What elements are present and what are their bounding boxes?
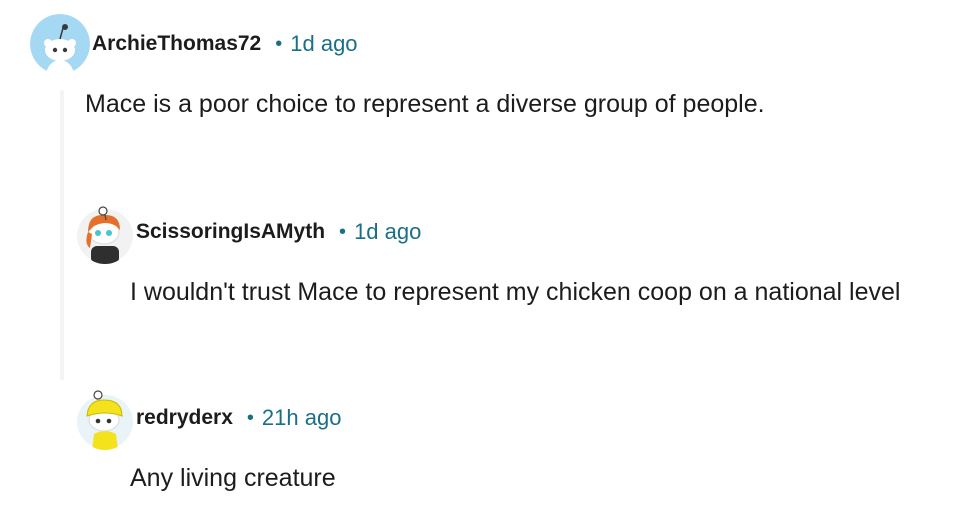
comment-meta: redryderx • 21h ago [76,386,341,450]
comment-author[interactable]: ScissoringIsAMyth [136,220,325,244]
orange-hair-snoo-avatar-icon [77,206,133,264]
meta-separator: • [339,221,347,243]
comment-meta: ArchieThomas72 • 1d ago [30,12,358,76]
comment-timestamp[interactable]: 21h ago [262,405,342,431]
comment-meta: ScissoringIsAMyth • 1d ago [76,200,421,264]
comment-author[interactable]: ArchieThomas72 [92,32,261,56]
thread-line[interactable] [60,90,64,380]
comment-timestamp[interactable]: 1d ago [290,31,357,57]
user-avatar-icon[interactable] [76,386,134,450]
comment-body: Mace is a poor choice to represent a div… [85,90,765,118]
user-avatar-icon[interactable] [76,200,134,264]
meta-separator: • [275,33,283,55]
user-avatar-icon[interactable] [30,14,90,74]
comment-thread: ArchieThomas72 • 1d ago Mace is a poor c… [0,0,980,511]
meta-separator: • [246,407,254,429]
comment-author[interactable]: redryderx [136,406,233,430]
comment-body: Any living creature [130,464,336,492]
comment-reply: ScissoringIsAMyth • 1d ago I wouldn't tr… [76,200,900,306]
comment: ArchieThomas72 • 1d ago Mace is a poor c… [30,12,765,118]
comment-reply: redryderx • 21h ago Any living creature [76,386,341,492]
default-snoo-avatar-icon [30,14,90,74]
comment-body: I wouldn't trust Mace to represent my ch… [130,278,901,306]
yellow-hat-snoo-avatar-icon [77,390,133,450]
comment-timestamp[interactable]: 1d ago [354,219,421,245]
